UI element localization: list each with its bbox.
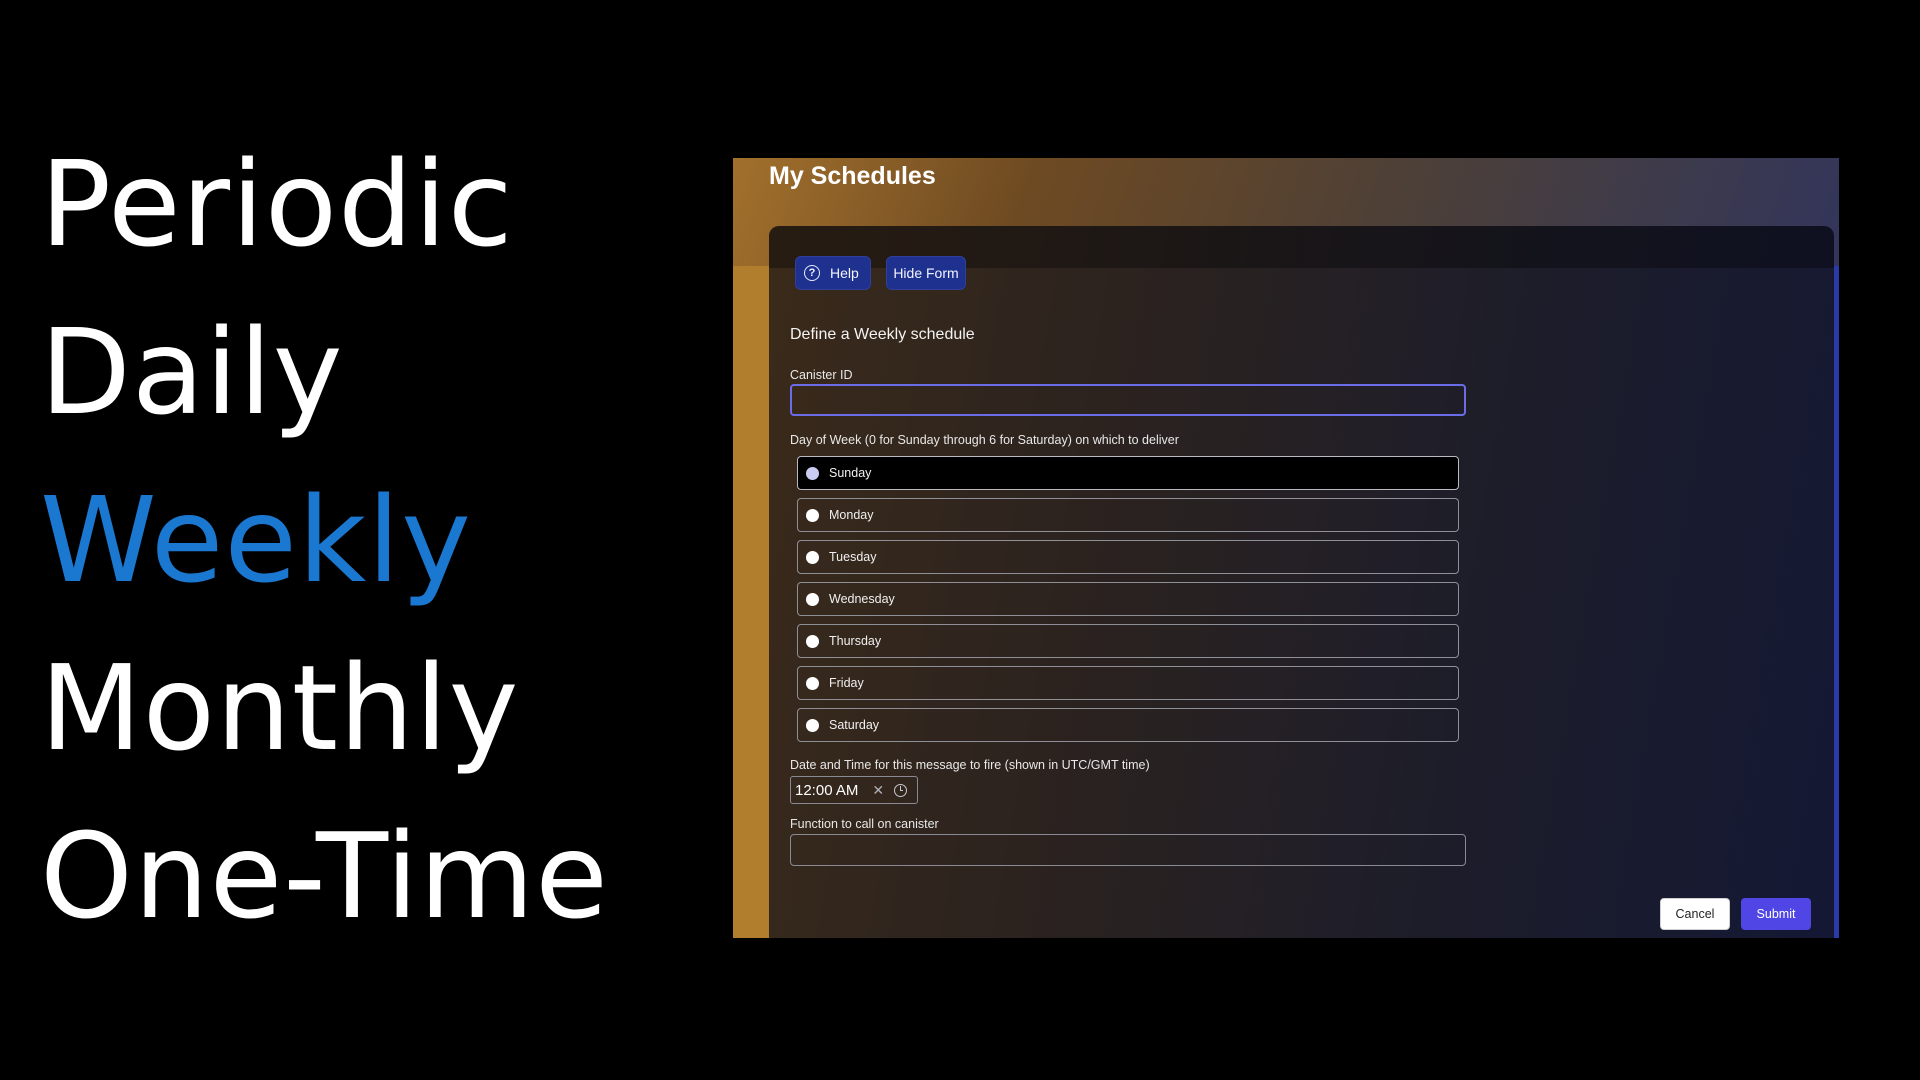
help-button-label: Help <box>830 265 859 281</box>
schedule-type-daily: Daily <box>40 303 344 441</box>
radio-icon <box>806 550 819 564</box>
day-option-label: Thursday <box>829 634 882 648</box>
clear-icon[interactable]: ✕ <box>872 782 884 799</box>
schedule-type-weekly: Weekly <box>40 471 472 609</box>
cancel-button[interactable]: Cancel <box>1660 898 1730 930</box>
hide-form-button[interactable]: Hide Form <box>886 256 966 290</box>
day-option-label: Wednesday <box>829 592 895 606</box>
form-heading: Define a Weekly schedule <box>790 326 975 343</box>
time-input[interactable]: 12:00 AM ✕ <box>790 776 918 804</box>
day-option-friday[interactable]: Friday <box>797 666 1459 700</box>
day-option-monday[interactable]: Monday <box>797 498 1459 532</box>
schedule-type-one-time: One-Time <box>40 807 609 945</box>
day-of-week-label: Day of Week (0 for Sunday through 6 for … <box>790 433 1179 447</box>
side-accent-strip <box>733 266 769 938</box>
radio-icon <box>806 592 819 606</box>
radio-icon <box>806 634 819 648</box>
day-option-wednesday[interactable]: Wednesday <box>797 582 1459 616</box>
schedule-type-periodic: Periodic <box>40 135 514 273</box>
day-option-sunday[interactable]: Sunday <box>797 456 1459 490</box>
clock-icon[interactable] <box>894 783 908 797</box>
schedule-form-panel: ? Help Hide Form Define a Weekly schedul… <box>769 226 1834 938</box>
app-window: My Schedules ? Help Hide Form Define a W… <box>733 158 1839 938</box>
radio-icon <box>806 508 819 522</box>
function-input[interactable] <box>790 834 1466 866</box>
day-option-tuesday[interactable]: Tuesday <box>797 540 1459 574</box>
day-option-thursday[interactable]: Thursday <box>797 624 1459 658</box>
day-option-label: Monday <box>829 508 874 522</box>
time-value: 12:00 AM <box>795 781 859 799</box>
time-label: Date and Time for this message to fire (… <box>790 758 1150 772</box>
radio-icon <box>806 718 819 732</box>
help-button[interactable]: ? Help <box>795 256 871 290</box>
page-title: My Schedules <box>769 162 936 190</box>
schedule-type-monthly: Monthly <box>40 639 520 777</box>
day-option-label: Saturday <box>829 718 880 732</box>
day-option-saturday[interactable]: Saturday <box>797 708 1459 742</box>
canister-id-input[interactable] <box>790 384 1466 416</box>
right-edge-line <box>1834 266 1839 938</box>
question-circle-icon: ? <box>804 265 820 281</box>
submit-button[interactable]: Submit <box>1741 898 1811 930</box>
day-option-label: Friday <box>829 676 864 690</box>
day-option-label: Sunday <box>829 466 872 480</box>
canister-id-label: Canister ID <box>790 368 853 382</box>
radio-selected-icon <box>806 466 819 480</box>
day-option-label: Tuesday <box>829 550 877 564</box>
function-label: Function to call on canister <box>790 817 939 831</box>
radio-icon <box>806 676 819 690</box>
